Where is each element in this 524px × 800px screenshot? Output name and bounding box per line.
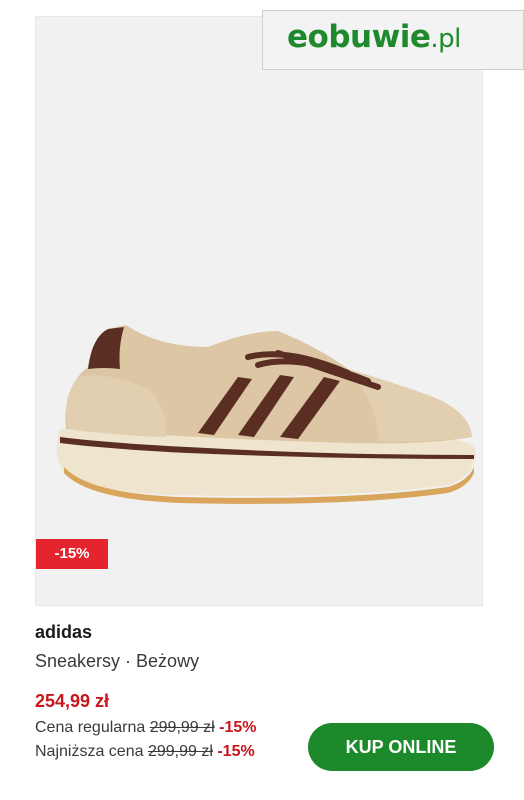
product-subtitle: Sneakersy · Beżowy (35, 651, 200, 671)
product-image-card[interactable] (35, 16, 483, 606)
current-price: 254,99 zł (35, 691, 110, 711)
discount-badge: -15% (36, 539, 108, 569)
regular-discount: -15% (219, 719, 257, 736)
regular-price-row: Cena regularna 299,99 zł -15% (35, 719, 257, 737)
store-logo-text: eobuwie.pl (287, 19, 461, 55)
lowest-price-label: Najniższa cena (35, 743, 144, 760)
regular-price-value: 299,99 zł (149, 719, 215, 736)
product-brand: adidas (35, 622, 93, 642)
buy-online-button[interactable]: KUP ONLINE (308, 723, 494, 771)
regular-price-label: Cena regularna (35, 719, 146, 736)
lowest-price-value: 299,99 zł (147, 743, 213, 760)
store-logo[interactable]: eobuwie.pl (262, 10, 524, 70)
sneaker-image (56, 325, 477, 504)
lowest-price-row: Najniższa cena 299,99 zł -15% (35, 743, 255, 761)
lowest-discount: -15% (217, 743, 255, 760)
